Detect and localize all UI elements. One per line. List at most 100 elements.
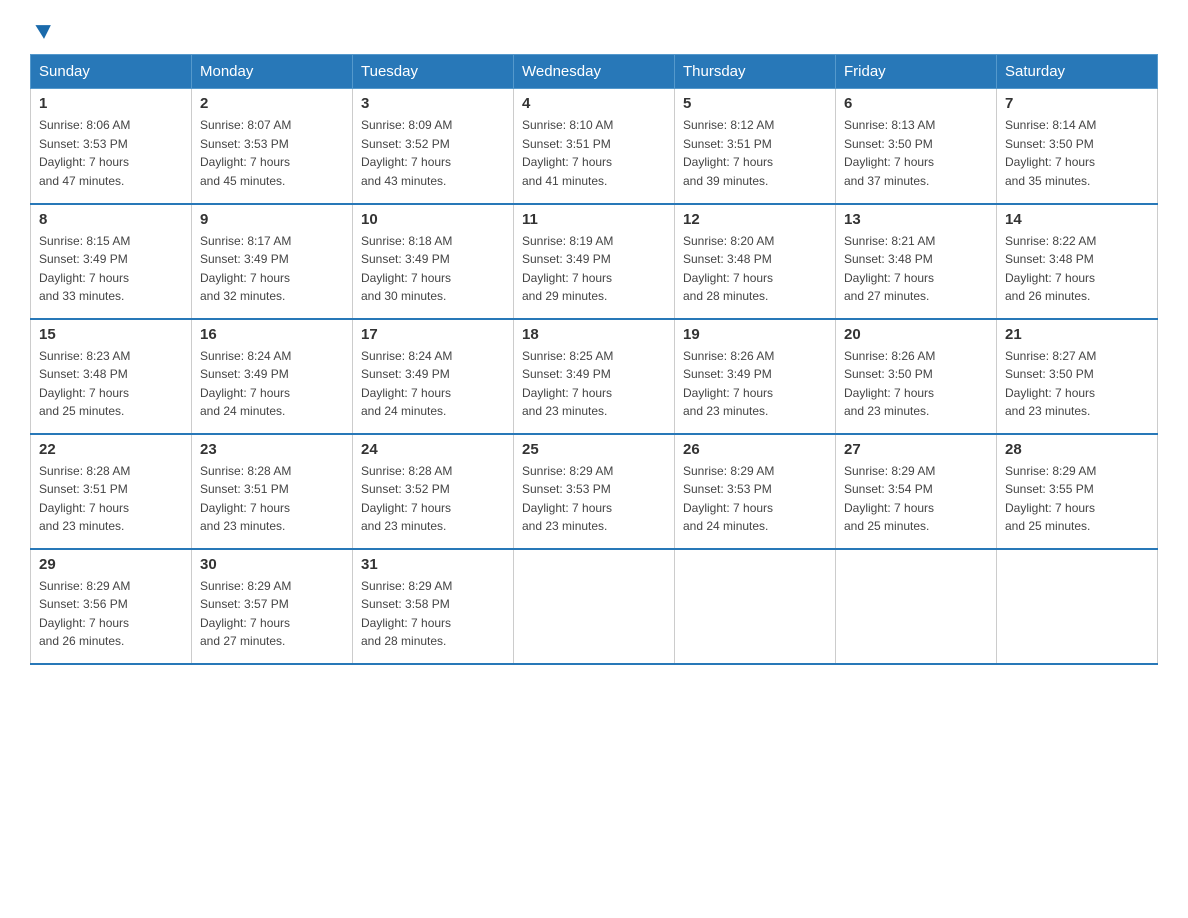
day-info: Sunrise: 8:29 AMSunset: 3:56 PMDaylight:…	[39, 579, 130, 649]
day-number: 5	[683, 95, 827, 112]
calendar-cell: 18 Sunrise: 8:25 AMSunset: 3:49 PMDaylig…	[514, 319, 675, 434]
calendar-cell: 9 Sunrise: 8:17 AMSunset: 3:49 PMDayligh…	[192, 204, 353, 319]
day-number: 2	[200, 95, 344, 112]
day-info: Sunrise: 8:26 AMSunset: 3:49 PMDaylight:…	[683, 349, 774, 419]
day-number: 29	[39, 556, 183, 573]
day-info: Sunrise: 8:20 AMSunset: 3:48 PMDaylight:…	[683, 234, 774, 304]
calendar-header: SundayMondayTuesdayWednesdayThursdayFrid…	[31, 55, 1158, 89]
day-number: 3	[361, 95, 505, 112]
day-number: 15	[39, 326, 183, 343]
calendar-cell	[836, 549, 997, 664]
day-info: Sunrise: 8:29 AMSunset: 3:54 PMDaylight:…	[844, 464, 935, 534]
day-number: 17	[361, 326, 505, 343]
day-info: Sunrise: 8:24 AMSunset: 3:49 PMDaylight:…	[361, 349, 452, 419]
day-info: Sunrise: 8:13 AMSunset: 3:50 PMDaylight:…	[844, 118, 935, 188]
calendar-cell: 7 Sunrise: 8:14 AMSunset: 3:50 PMDayligh…	[997, 89, 1158, 204]
page-header	[30, 20, 1158, 44]
day-number: 8	[39, 211, 183, 228]
day-number: 27	[844, 441, 988, 458]
calendar-cell: 25 Sunrise: 8:29 AMSunset: 3:53 PMDaylig…	[514, 434, 675, 549]
day-info: Sunrise: 8:29 AMSunset: 3:53 PMDaylight:…	[522, 464, 613, 534]
calendar-cell: 4 Sunrise: 8:10 AMSunset: 3:51 PMDayligh…	[514, 89, 675, 204]
calendar-cell: 6 Sunrise: 8:13 AMSunset: 3:50 PMDayligh…	[836, 89, 997, 204]
calendar-cell: 20 Sunrise: 8:26 AMSunset: 3:50 PMDaylig…	[836, 319, 997, 434]
calendar-cell: 2 Sunrise: 8:07 AMSunset: 3:53 PMDayligh…	[192, 89, 353, 204]
day-info: Sunrise: 8:12 AMSunset: 3:51 PMDaylight:…	[683, 118, 774, 188]
day-info: Sunrise: 8:25 AMSunset: 3:49 PMDaylight:…	[522, 349, 613, 419]
day-info: Sunrise: 8:06 AMSunset: 3:53 PMDaylight:…	[39, 118, 130, 188]
calendar-week-1: 1 Sunrise: 8:06 AMSunset: 3:53 PMDayligh…	[31, 89, 1158, 204]
day-number: 6	[844, 95, 988, 112]
calendar-cell: 14 Sunrise: 8:22 AMSunset: 3:48 PMDaylig…	[997, 204, 1158, 319]
calendar-cell: 12 Sunrise: 8:20 AMSunset: 3:48 PMDaylig…	[675, 204, 836, 319]
calendar-cell: 15 Sunrise: 8:23 AMSunset: 3:48 PMDaylig…	[31, 319, 192, 434]
calendar-cell	[997, 549, 1158, 664]
day-info: Sunrise: 8:27 AMSunset: 3:50 PMDaylight:…	[1005, 349, 1096, 419]
day-info: Sunrise: 8:23 AMSunset: 3:48 PMDaylight:…	[39, 349, 130, 419]
logo	[30, 20, 56, 44]
day-number: 7	[1005, 95, 1149, 112]
calendar-cell: 11 Sunrise: 8:19 AMSunset: 3:49 PMDaylig…	[514, 204, 675, 319]
calendar-cell: 3 Sunrise: 8:09 AMSunset: 3:52 PMDayligh…	[353, 89, 514, 204]
day-info: Sunrise: 8:22 AMSunset: 3:48 PMDaylight:…	[1005, 234, 1096, 304]
calendar-cell: 21 Sunrise: 8:27 AMSunset: 3:50 PMDaylig…	[997, 319, 1158, 434]
day-number: 31	[361, 556, 505, 573]
day-number: 23	[200, 441, 344, 458]
weekday-header-saturday: Saturday	[997, 55, 1158, 89]
calendar-table: SundayMondayTuesdayWednesdayThursdayFrid…	[30, 54, 1158, 665]
calendar-cell: 30 Sunrise: 8:29 AMSunset: 3:57 PMDaylig…	[192, 549, 353, 664]
calendar-cell: 1 Sunrise: 8:06 AMSunset: 3:53 PMDayligh…	[31, 89, 192, 204]
day-number: 4	[522, 95, 666, 112]
day-number: 12	[683, 211, 827, 228]
day-number: 26	[683, 441, 827, 458]
day-number: 1	[39, 95, 183, 112]
calendar-cell: 28 Sunrise: 8:29 AMSunset: 3:55 PMDaylig…	[997, 434, 1158, 549]
day-info: Sunrise: 8:17 AMSunset: 3:49 PMDaylight:…	[200, 234, 291, 304]
day-number: 13	[844, 211, 988, 228]
calendar-cell: 17 Sunrise: 8:24 AMSunset: 3:49 PMDaylig…	[353, 319, 514, 434]
day-info: Sunrise: 8:14 AMSunset: 3:50 PMDaylight:…	[1005, 118, 1096, 188]
day-number: 21	[1005, 326, 1149, 343]
day-number: 24	[361, 441, 505, 458]
calendar-cell	[514, 549, 675, 664]
weekday-header-tuesday: Tuesday	[353, 55, 514, 89]
day-info: Sunrise: 8:29 AMSunset: 3:55 PMDaylight:…	[1005, 464, 1096, 534]
calendar-week-2: 8 Sunrise: 8:15 AMSunset: 3:49 PMDayligh…	[31, 204, 1158, 319]
day-number: 18	[522, 326, 666, 343]
day-info: Sunrise: 8:21 AMSunset: 3:48 PMDaylight:…	[844, 234, 935, 304]
calendar-body: 1 Sunrise: 8:06 AMSunset: 3:53 PMDayligh…	[31, 89, 1158, 664]
day-info: Sunrise: 8:09 AMSunset: 3:52 PMDaylight:…	[361, 118, 452, 188]
day-info: Sunrise: 8:26 AMSunset: 3:50 PMDaylight:…	[844, 349, 935, 419]
day-info: Sunrise: 8:19 AMSunset: 3:49 PMDaylight:…	[522, 234, 613, 304]
day-info: Sunrise: 8:28 AMSunset: 3:52 PMDaylight:…	[361, 464, 452, 534]
day-number: 28	[1005, 441, 1149, 458]
calendar-cell: 16 Sunrise: 8:24 AMSunset: 3:49 PMDaylig…	[192, 319, 353, 434]
calendar-cell: 22 Sunrise: 8:28 AMSunset: 3:51 PMDaylig…	[31, 434, 192, 549]
weekday-header-monday: Monday	[192, 55, 353, 89]
day-info: Sunrise: 8:29 AMSunset: 3:58 PMDaylight:…	[361, 579, 452, 649]
weekday-header-sunday: Sunday	[31, 55, 192, 89]
day-info: Sunrise: 8:29 AMSunset: 3:53 PMDaylight:…	[683, 464, 774, 534]
calendar-cell	[675, 549, 836, 664]
day-number: 22	[39, 441, 183, 458]
weekday-header-friday: Friday	[836, 55, 997, 89]
day-info: Sunrise: 8:28 AMSunset: 3:51 PMDaylight:…	[39, 464, 130, 534]
calendar-cell: 29 Sunrise: 8:29 AMSunset: 3:56 PMDaylig…	[31, 549, 192, 664]
header-row: SundayMondayTuesdayWednesdayThursdayFrid…	[31, 55, 1158, 89]
day-info: Sunrise: 8:29 AMSunset: 3:57 PMDaylight:…	[200, 579, 291, 649]
calendar-cell: 31 Sunrise: 8:29 AMSunset: 3:58 PMDaylig…	[353, 549, 514, 664]
day-info: Sunrise: 8:15 AMSunset: 3:49 PMDaylight:…	[39, 234, 130, 304]
day-info: Sunrise: 8:10 AMSunset: 3:51 PMDaylight:…	[522, 118, 613, 188]
calendar-cell: 13 Sunrise: 8:21 AMSunset: 3:48 PMDaylig…	[836, 204, 997, 319]
day-number: 30	[200, 556, 344, 573]
calendar-cell: 26 Sunrise: 8:29 AMSunset: 3:53 PMDaylig…	[675, 434, 836, 549]
calendar-week-5: 29 Sunrise: 8:29 AMSunset: 3:56 PMDaylig…	[31, 549, 1158, 664]
calendar-week-4: 22 Sunrise: 8:28 AMSunset: 3:51 PMDaylig…	[31, 434, 1158, 549]
calendar-week-3: 15 Sunrise: 8:23 AMSunset: 3:48 PMDaylig…	[31, 319, 1158, 434]
weekday-header-thursday: Thursday	[675, 55, 836, 89]
logo-icon	[32, 20, 56, 44]
day-number: 20	[844, 326, 988, 343]
day-number: 9	[200, 211, 344, 228]
day-info: Sunrise: 8:07 AMSunset: 3:53 PMDaylight:…	[200, 118, 291, 188]
calendar-cell: 27 Sunrise: 8:29 AMSunset: 3:54 PMDaylig…	[836, 434, 997, 549]
